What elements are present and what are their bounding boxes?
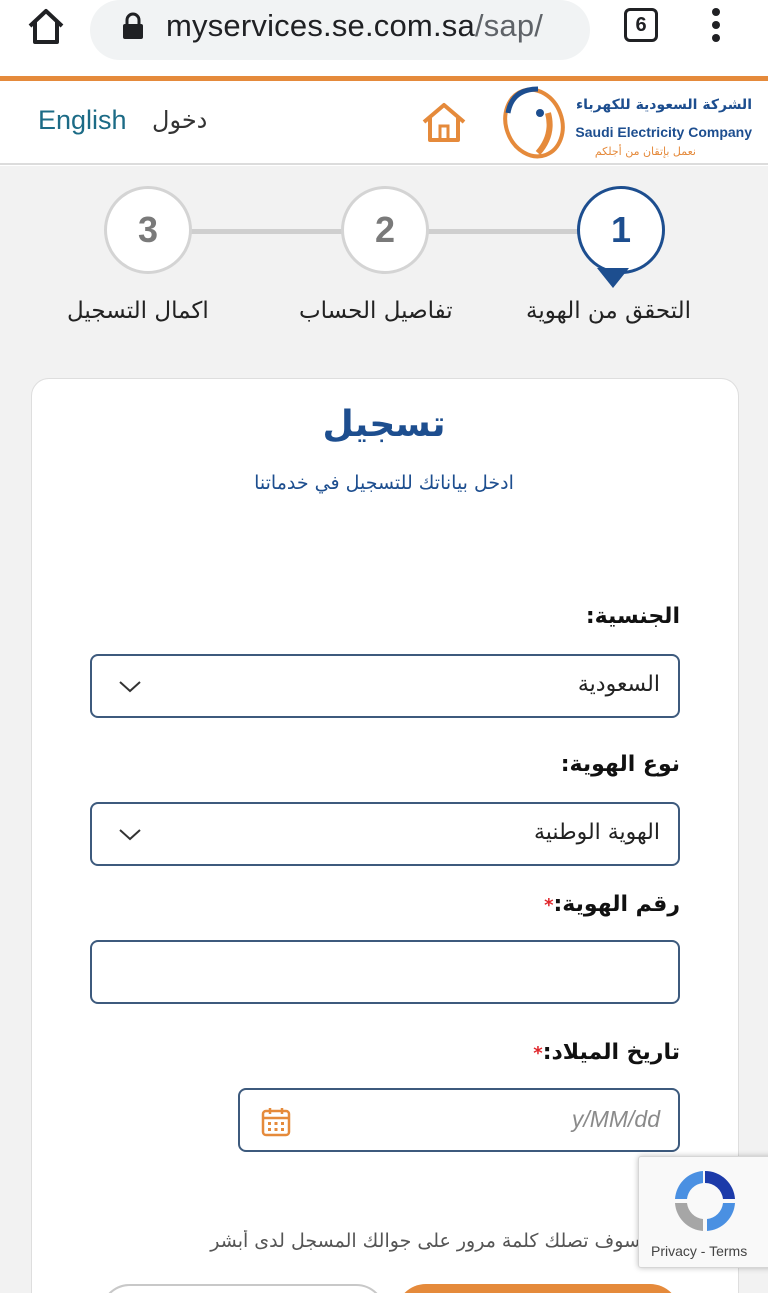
terms-link[interactable]: Terms [709,1243,747,1259]
step-2-label: تفاصيل الحساب [299,298,453,324]
recaptcha-badge[interactable]: Privacy - Terms [638,1156,768,1268]
required-mark: * [544,895,554,916]
active-step-pointer [597,268,629,288]
id-number-input[interactable] [90,940,680,1004]
step-3-circle: 3 [104,186,192,274]
step-1-circle: 1 [577,186,665,274]
logo-name-english: Saudi Electricity Company [575,124,752,140]
id-number-label: رقم الهوية:* [544,892,680,917]
more-menu-icon[interactable] [708,6,724,46]
browser-toolbar: myservices.se.com.sa/sap/ 6 [0,0,768,78]
home-icon[interactable] [421,101,467,143]
nationality-value: السعودية [577,672,660,697]
birth-date-label-text: تاريخ الميلاد: [542,1040,680,1065]
site-header: English دخول الشركة السعودية للكهرباء Sa… [0,81,768,165]
birth-date-input[interactable]: y/MM/dd [238,1088,680,1152]
url-text: myservices.se.com.sa/sap/ [166,8,543,44]
nationality-label: الجنسية: [585,604,680,629]
password-note: سوف تصلك كلمة مرور على جوالك المسجل لدى … [210,1230,640,1252]
required-mark: * [533,1043,543,1064]
tab-switcher-button[interactable]: 6 [624,8,658,42]
logo-tagline: نعمل بإتقان من أجلكم [594,145,696,158]
address-bar[interactable]: myservices.se.com.sa/sap/ [90,0,590,60]
id-number-label-text: رقم الهوية: [553,892,681,917]
step-1-label: التحقق من الهوية [526,298,692,324]
company-logo[interactable]: الشركة السعودية للكهرباء Saudi Electrici… [498,83,758,163]
stepper-connector [190,229,342,234]
calendar-icon[interactable] [260,1106,292,1138]
lock-icon [123,12,143,39]
recaptcha-logo-icon [675,1170,735,1231]
logo-name-arabic: الشركة السعودية للكهرباء [575,97,752,113]
nationality-select[interactable]: السعودية [90,654,680,718]
stepper-connector [428,229,580,234]
birth-date-placeholder: y/MM/dd [571,1106,660,1132]
url-path: /sap/ [474,8,544,43]
link-separator: - [696,1243,710,1259]
next-button[interactable] [396,1284,680,1293]
form-title: تسجيل [322,404,446,445]
step-2-circle: 2 [341,186,429,274]
chevron-down-icon [119,829,141,841]
logo-mark-icon [503,86,565,159]
form-subtitle: ادخل بياناتك للتسجيل في خدماتنا [254,472,514,494]
login-link[interactable]: دخول [152,106,207,134]
url-host: myservices.se.com.sa [166,8,475,43]
id-type-value: الهوية الوطنية [534,820,660,845]
recaptcha-links: Privacy - Terms [651,1243,747,1259]
cancel-button[interactable] [100,1284,386,1293]
id-type-select[interactable]: الهوية الوطنية [90,802,680,866]
language-link[interactable]: English [38,105,127,136]
privacy-link[interactable]: Privacy [651,1243,697,1259]
step-3-label: اكمال التسجيل [67,298,209,324]
birth-date-label: تاريخ الميلاد:* [533,1040,680,1065]
id-type-label: نوع الهوية: [560,752,680,777]
home-icon[interactable] [26,6,66,46]
chevron-down-icon [119,681,141,693]
